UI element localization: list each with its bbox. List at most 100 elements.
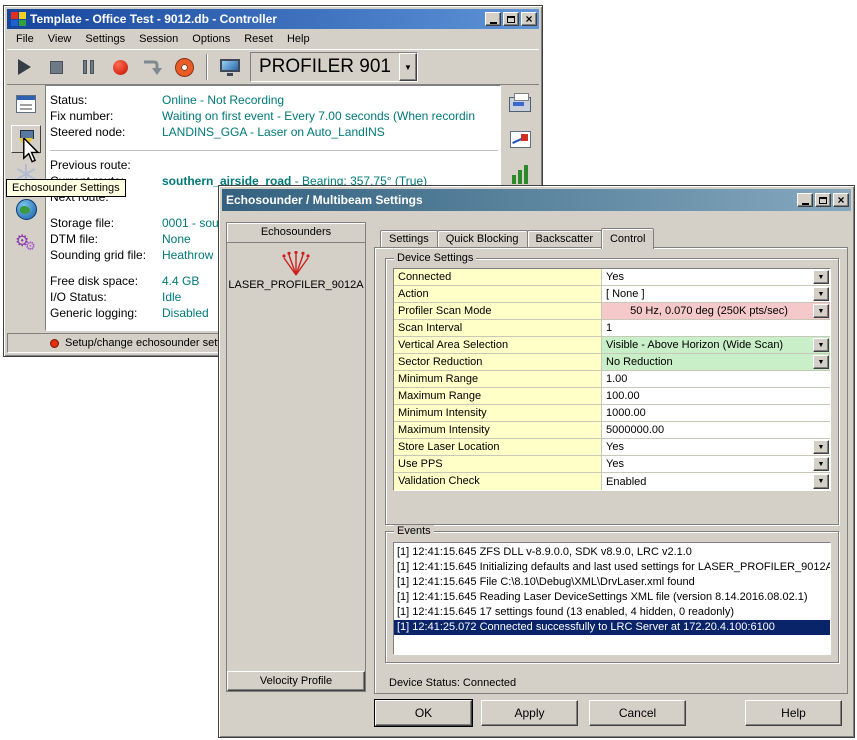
tab-quick-blocking[interactable]: Quick Blocking	[437, 230, 528, 248]
dropdown-arrow-icon[interactable]: ▼	[813, 355, 829, 369]
tab-control[interactable]: Control	[601, 228, 654, 249]
setting-label: Maximum Intensity	[394, 422, 602, 438]
menu-file[interactable]: File	[9, 31, 41, 47]
events-list: [1] 12:41:15.645 ZFS DLL v-8.9.0.0, SDK …	[393, 542, 831, 655]
event-log-line[interactable]: [1] 12:41:15.645 Initializing defaults a…	[394, 560, 830, 575]
tab-bar: SettingsQuick BlockingBackscatterControl	[380, 228, 653, 248]
help-button[interactable]: Help	[745, 700, 842, 726]
menu-options[interactable]: Options	[185, 31, 237, 47]
status-label: Sounding grid file:	[50, 247, 162, 263]
dropdown-arrow-icon[interactable]: ▼	[813, 338, 829, 352]
settings-title: Echosounder / Multibeam Settings	[226, 193, 797, 207]
status-label: I/O Status:	[50, 289, 162, 305]
stop-button[interactable]	[43, 54, 70, 81]
status-label: Status:	[50, 92, 162, 108]
events-group-label: Events	[394, 525, 434, 537]
status-value: Disabled	[162, 305, 209, 321]
close-button[interactable]: ×	[521, 12, 537, 26]
play-button[interactable]	[11, 54, 38, 81]
menu-reset[interactable]: Reset	[237, 31, 280, 47]
setting-value[interactable]: 1.00	[602, 371, 830, 387]
event-log-line[interactable]: [1] 12:41:15.645 Reading Laser DeviceSet…	[394, 590, 830, 605]
event-log-line[interactable]: [1] 12:41:15.645 File C:\8.10\Debug\XML\…	[394, 575, 830, 590]
device-status-label: Device Status:	[389, 677, 460, 689]
device-settings-table: ConnectedYes▼Action[ None ]▼Profiler Sca…	[393, 268, 831, 491]
dropdown-arrow-icon[interactable]: ▼	[813, 287, 829, 301]
menu-settings[interactable]: Settings	[78, 31, 132, 47]
setting-label: Maximum Range	[394, 388, 602, 404]
minimize-button[interactable]	[485, 12, 501, 26]
setting-value[interactable]: 5000000.00	[602, 422, 830, 438]
dropdown-arrow-icon[interactable]: ▼	[813, 474, 829, 489]
control-tab-panel: Device Settings ConnectedYes▼Action[ Non…	[374, 247, 848, 694]
computation-settings-button[interactable]	[11, 230, 41, 258]
setting-row-action: Action[ None ]▼	[394, 286, 830, 303]
device-status: Device Status:Connected	[389, 677, 519, 689]
status-value: Heathrow	[162, 247, 213, 263]
close-icon: ×	[837, 194, 844, 206]
setting-row-vertical-area-selection: Vertical Area SelectionVisible - Above H…	[394, 337, 830, 354]
output-button[interactable]	[505, 90, 535, 118]
setting-value[interactable]: Yes▼	[602, 456, 830, 472]
device-status-value: Connected	[463, 677, 516, 689]
section-divider	[50, 150, 498, 151]
device-settings-group: Device Settings ConnectedYes▼Action[ Non…	[385, 258, 839, 525]
setting-value[interactable]: 1	[602, 320, 830, 336]
left-toolbar	[7, 85, 45, 331]
device-settings-group-label: Device Settings	[394, 252, 476, 264]
settings-close-button[interactable]: ×	[833, 193, 849, 207]
record-button[interactable]	[107, 54, 134, 81]
setting-value[interactable]: Visible - Above Horizon (Wide Scan)▼	[602, 337, 830, 353]
setting-label: Connected	[394, 269, 602, 285]
status-label: Previous route:	[50, 157, 162, 173]
setting-value[interactable]: 1000.00	[602, 405, 830, 421]
echosounders-header: Echosounders	[227, 223, 365, 243]
menu-bar: FileViewSettingsSessionOptionsResetHelp	[7, 29, 539, 49]
status-label: Storage file:	[50, 215, 162, 231]
profiler-combobox[interactable]: PROFILER 901 ▼	[250, 52, 418, 82]
apply-button[interactable]: Apply	[481, 700, 578, 726]
echosounder-item[interactable]: LASER_PROFILER_9012A	[228, 251, 363, 291]
levels-button[interactable]	[505, 160, 535, 188]
pause-button[interactable]	[75, 54, 102, 81]
profiler-combobox-value: PROFILER 901	[251, 53, 399, 81]
session-setup-button[interactable]	[11, 90, 41, 118]
cancel-button[interactable]: Cancel	[589, 700, 686, 726]
ok-button[interactable]: OK	[375, 700, 472, 726]
display-button[interactable]	[216, 54, 243, 81]
chart-button[interactable]	[505, 125, 535, 153]
settings-maximize-button[interactable]	[815, 193, 831, 207]
maximize-button[interactable]	[503, 12, 519, 26]
geodesy-button[interactable]	[11, 195, 41, 223]
close-icon: ×	[525, 13, 532, 25]
setting-value[interactable]: [ None ]▼	[602, 286, 830, 302]
settings-minimize-button[interactable]	[797, 193, 813, 207]
tab-backscatter[interactable]: Backscatter	[527, 230, 602, 248]
goto-button[interactable]	[139, 54, 166, 81]
menu-view[interactable]: View	[41, 31, 79, 47]
status-label: DTM file:	[50, 231, 162, 247]
setting-value[interactable]: Yes▼	[602, 269, 830, 285]
setting-value[interactable]: Enabled▼	[602, 473, 830, 490]
profiler-dropdown-arrow-icon[interactable]: ▼	[399, 53, 417, 81]
event-log-line[interactable]: [1] 12:41:15.645 ZFS DLL v-8.9.0.0, SDK …	[394, 545, 830, 560]
event-log-line[interactable]: [1] 12:41:15.645 17 settings found (13 e…	[394, 605, 830, 620]
dropdown-arrow-icon[interactable]: ▼	[813, 304, 829, 318]
menu-help[interactable]: Help	[280, 31, 317, 47]
setting-value[interactable]: 50 Hz, 0.070 deg (250K pts/sec)▼	[602, 303, 830, 319]
setting-value[interactable]: No Reduction▼	[602, 354, 830, 370]
velocity-profile-button[interactable]: Velocity Profile	[227, 671, 365, 691]
setting-value[interactable]: Yes▼	[602, 439, 830, 455]
dropdown-arrow-icon[interactable]: ▼	[813, 457, 829, 471]
setting-row-connected: ConnectedYes▼	[394, 269, 830, 286]
maximize-icon	[507, 16, 515, 23]
tab-settings[interactable]: Settings	[380, 230, 438, 248]
setting-value[interactable]: 100.00	[602, 388, 830, 404]
help-button[interactable]	[171, 54, 198, 81]
dropdown-arrow-icon[interactable]: ▼	[813, 440, 829, 454]
events-group: Events [1] 12:41:15.645 ZFS DLL v-8.9.0.…	[385, 531, 839, 663]
menu-session[interactable]: Session	[132, 31, 185, 47]
event-log-line[interactable]: [1] 12:41:25.072 Connected successfully …	[394, 620, 830, 635]
setting-row-scan-interval: Scan Interval1	[394, 320, 830, 337]
dropdown-arrow-icon[interactable]: ▼	[813, 270, 829, 284]
